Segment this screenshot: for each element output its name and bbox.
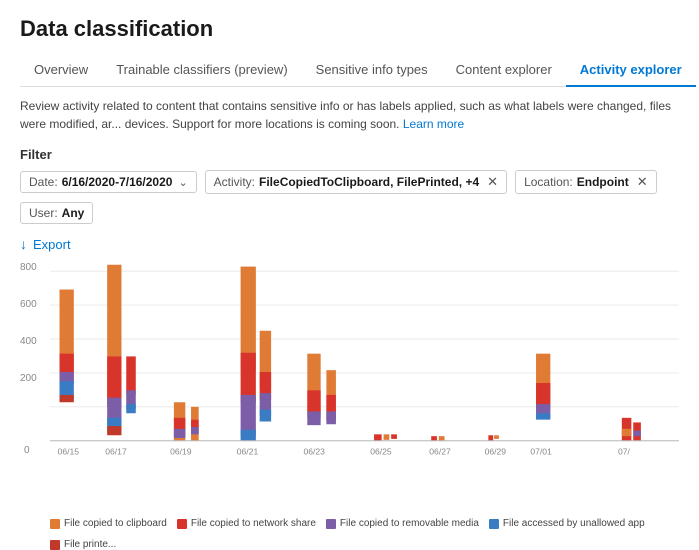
filter-label: Filter [20, 147, 679, 162]
legend-unallowed-label: File accessed by unallowed app [503, 518, 645, 529]
svg-text:06/27: 06/27 [429, 447, 451, 457]
location-chip-label: Location: [524, 175, 573, 189]
filter-row: Date: 6/16/2020-7/16/2020 ⌄ Activity: Fi… [20, 170, 679, 224]
y-label-800: 800 [20, 262, 37, 273]
tab-content[interactable]: Content explorer [442, 54, 566, 87]
date-chip-value: 6/16/2020-7/16/2020 [62, 175, 173, 189]
nav-tabs: Overview Trainable classifiers (preview)… [20, 54, 679, 87]
activity-chip-label: Activity: [214, 175, 255, 189]
svg-text:06/17: 06/17 [105, 447, 127, 457]
svg-text:06/29: 06/29 [485, 447, 507, 457]
bar-chart: 06/15 06/17 06/19 06/21 06/23 06/25 06/2… [20, 262, 679, 512]
legend-network-label: File copied to network share [191, 518, 316, 529]
svg-text:07/: 07/ [618, 447, 631, 457]
filter-chip-user[interactable]: User: Any [20, 202, 93, 224]
legend-network: File copied to network share [177, 518, 316, 529]
y-label-600: 600 [20, 299, 37, 310]
page-description: Review activity related to content that … [20, 97, 679, 133]
svg-text:07/01: 07/01 [530, 447, 552, 457]
svg-text:06/19: 06/19 [170, 447, 192, 457]
legend-printed: File printe... [50, 539, 116, 550]
svg-text:06/15: 06/15 [58, 447, 80, 457]
y-label-200: 200 [20, 373, 37, 384]
svg-text:06/21: 06/21 [237, 447, 259, 457]
filter-chip-date[interactable]: Date: 6/16/2020-7/16/2020 ⌄ [20, 171, 197, 193]
y-label-400: 400 [20, 336, 37, 347]
legend-unallowed-color [489, 519, 499, 529]
legend-removable-label: File copied to removable media [340, 518, 479, 529]
legend-clipboard-label: File copied to clipboard [64, 518, 167, 529]
legend-network-color [177, 519, 187, 529]
user-chip-value: Any [62, 206, 85, 220]
legend-removable-color [326, 519, 336, 529]
learn-more-link[interactable]: Learn more [403, 117, 464, 131]
y-label-0: 0 [24, 445, 30, 456]
chart-legend: File copied to clipboard File copied to … [20, 518, 679, 550]
activity-chip-value: FileCopiedToClipboard, FilePrinted, +4 [259, 175, 479, 189]
location-chip-value: Endpoint [577, 175, 629, 189]
export-button[interactable]: ↓ Export [20, 236, 679, 252]
activity-chip-close[interactable]: ✕ [487, 174, 498, 190]
legend-clipboard-color [50, 519, 60, 529]
tab-trainable[interactable]: Trainable classifiers (preview) [102, 54, 301, 87]
chevron-down-icon: ⌄ [178, 176, 187, 189]
legend-unallowed: File accessed by unallowed app [489, 518, 645, 529]
user-chip-label: User: [29, 206, 58, 220]
export-icon: ↓ [20, 236, 27, 252]
legend-clipboard: File copied to clipboard [50, 518, 167, 529]
date-chip-label: Date: [29, 175, 58, 189]
page-title: Data classification [20, 16, 679, 42]
legend-printed-color [50, 540, 60, 550]
export-label: Export [33, 237, 71, 252]
tab-overview[interactable]: Overview [20, 54, 102, 87]
tab-sensitive[interactable]: Sensitive info types [302, 54, 442, 87]
filter-chip-activity[interactable]: Activity: FileCopiedToClipboard, FilePri… [205, 170, 507, 194]
tab-activity[interactable]: Activity explorer [566, 54, 696, 87]
svg-text:06/25: 06/25 [370, 447, 392, 457]
legend-removable: File copied to removable media [326, 518, 479, 529]
location-chip-close[interactable]: ✕ [637, 174, 648, 190]
filter-chip-location[interactable]: Location: Endpoint ✕ [515, 170, 657, 194]
svg-text:06/23: 06/23 [304, 447, 326, 457]
legend-printed-label: File printe... [64, 539, 116, 550]
